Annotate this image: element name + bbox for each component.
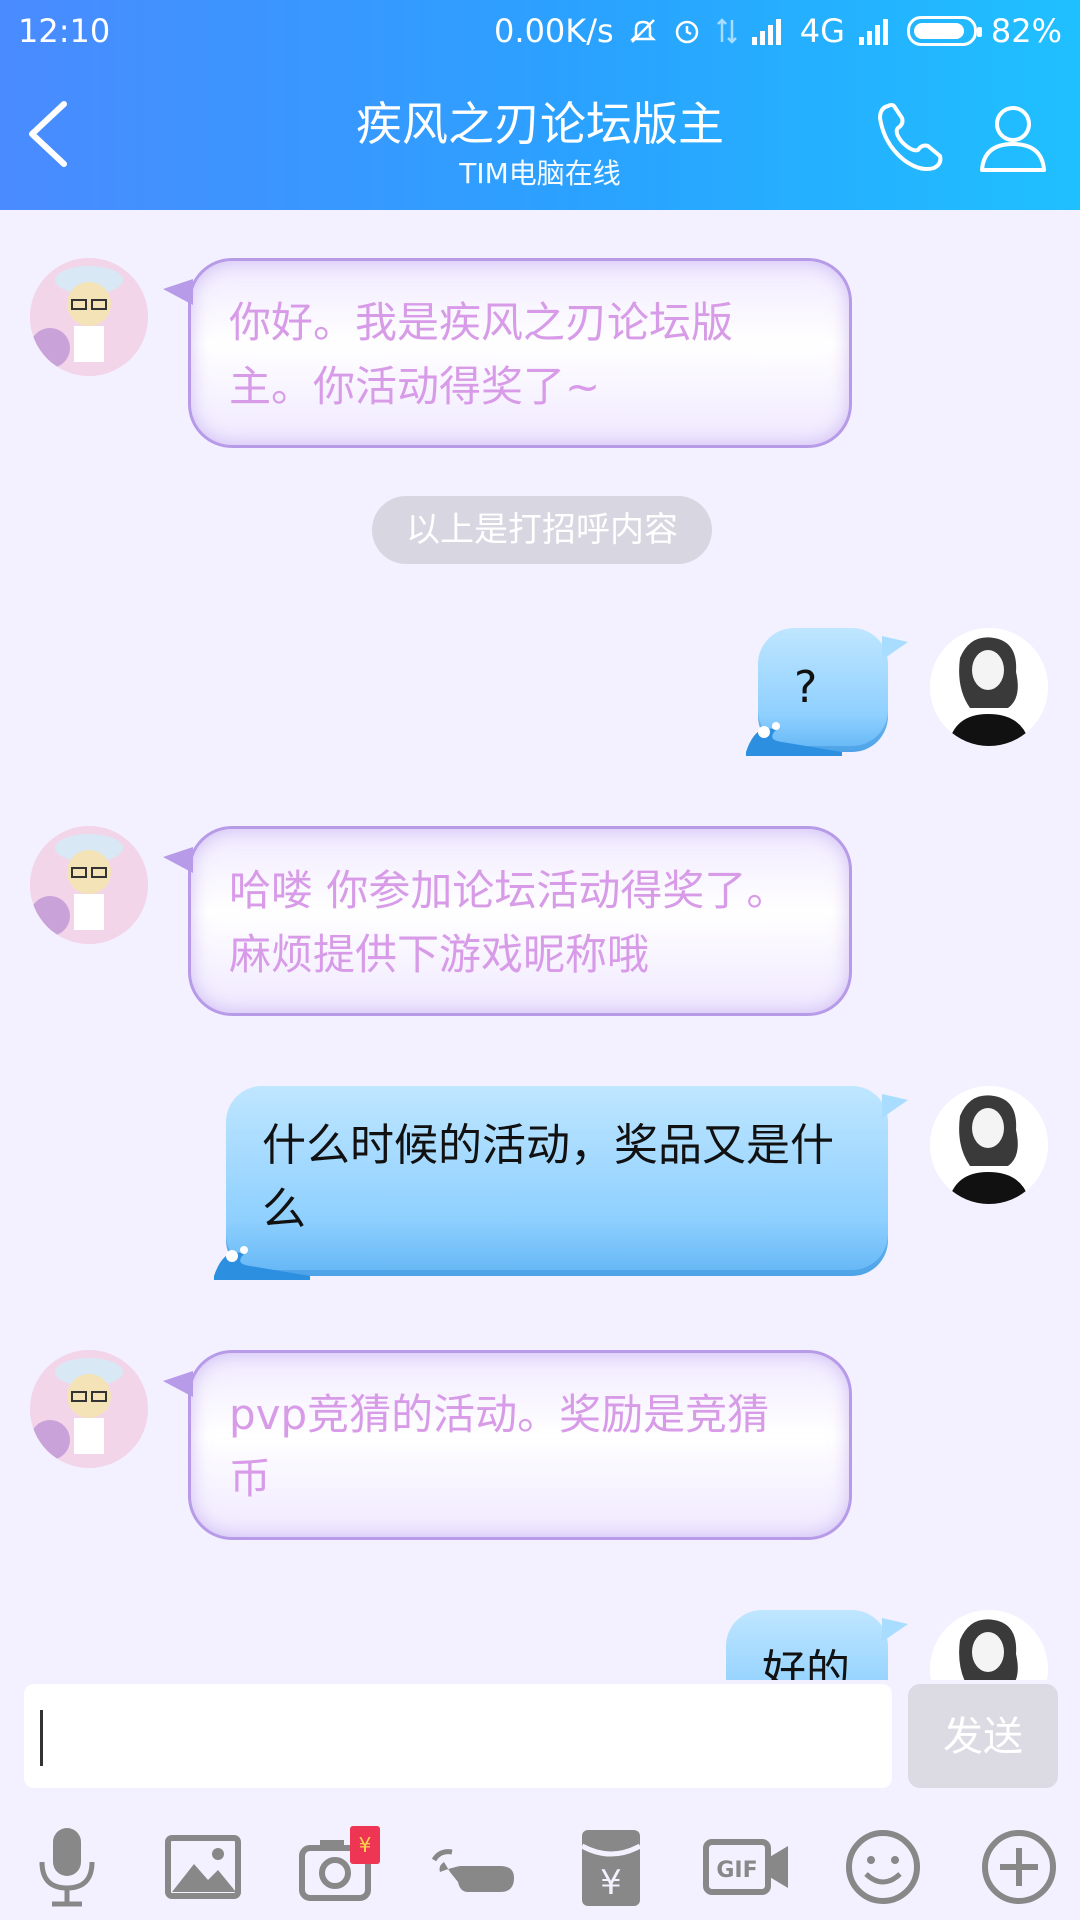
profile-icon[interactable] (974, 98, 1052, 176)
image-icon[interactable] (158, 1822, 248, 1912)
svg-text:¥: ¥ (600, 1863, 622, 1903)
status-indicators: 0.00K/s 4G 82% (494, 12, 1062, 50)
phone-icon[interactable] (872, 98, 950, 176)
wave-decoration-icon (746, 722, 842, 756)
alarm-icon (675, 20, 698, 44)
message-input[interactable] (24, 1684, 892, 1788)
red-envelope-icon[interactable]: ¥ (566, 1822, 656, 1912)
signal-icon (751, 19, 781, 45)
message-text: 哈喽 你参加论坛活动得奖了。麻烦提供下游戏昵称哦 (229, 866, 789, 979)
chat-header: 12:10 0.00K/s 4G 82% 疾风之刃论坛版主 TIM电脑在线 (0, 0, 1080, 210)
message-text: 什么时候的活动，奖品又是什么 (262, 1120, 834, 1235)
message-bubble-incoming[interactable]: pvp竞猜的活动。奖励是竞猜币 (163, 1350, 852, 1540)
mute-icon (629, 19, 656, 43)
battery-icon (906, 16, 982, 46)
message-text: pvp竞猜的活动。奖励是竞猜币 (229, 1390, 770, 1503)
message-bubble-outgoing[interactable]: ? (746, 628, 908, 756)
gif-icon[interactable]: GIF (702, 1822, 792, 1912)
status-time: 12:10 (18, 12, 111, 50)
input-toolbar: ¥ ¥ GIF (0, 1812, 1080, 1920)
text-caret (40, 1710, 43, 1766)
greeting-divider: 以上是打招呼内容 (372, 496, 712, 564)
contact-avatar[interactable] (30, 1350, 148, 1468)
message-bubble-outgoing[interactable]: 什么时候的活动，奖品又是什么 (214, 1086, 908, 1280)
user-avatar[interactable] (930, 628, 1048, 746)
send-button[interactable]: 发送 (908, 1684, 1058, 1788)
emoji-icon[interactable] (838, 1822, 928, 1912)
user-avatar[interactable] (930, 1086, 1048, 1204)
signal-icon-2 (858, 19, 888, 45)
message-bubble-incoming[interactable]: 你好。我是疾风之刃论坛版主。你活动得奖了~ (163, 258, 852, 448)
network-type: 4G (799, 12, 845, 50)
poke-icon[interactable] (430, 1822, 520, 1912)
svg-text:¥: ¥ (359, 1833, 372, 1857)
data-arrows-icon (716, 18, 737, 44)
message-text: 好的 (762, 1646, 850, 1680)
contact-avatar[interactable] (30, 826, 148, 944)
message-list[interactable]: 你好。我是疾风之刃论坛版主。你活动得奖了~ 以上是打招呼内容 ? 哈喽 你参加论… (0, 210, 1080, 1680)
message-bubble-outgoing[interactable]: 好的 (726, 1610, 908, 1680)
status-bar: 12:10 0.00K/s 4G 82% (0, 0, 1080, 62)
mic-icon[interactable] (22, 1822, 112, 1912)
composer: 发送 ¥ ¥ GIF (0, 1680, 1080, 1920)
contact-avatar[interactable] (30, 258, 148, 376)
net-speed: 0.00K/s (494, 12, 614, 50)
plus-icon[interactable] (974, 1822, 1064, 1912)
battery-percent: 82% (990, 12, 1062, 50)
message-bubble-incoming[interactable]: 哈喽 你参加论坛活动得奖了。麻烦提供下游戏昵称哦 (163, 826, 852, 1016)
message-text: ? (794, 662, 818, 713)
camera-icon[interactable]: ¥ (294, 1822, 384, 1912)
gif-label: GIF (716, 1858, 757, 1883)
message-text: 你好。我是疾风之刃论坛版主。你活动得奖了~ (229, 298, 734, 411)
user-avatar[interactable] (930, 1610, 1048, 1680)
wave-decoration-icon (214, 1246, 310, 1280)
